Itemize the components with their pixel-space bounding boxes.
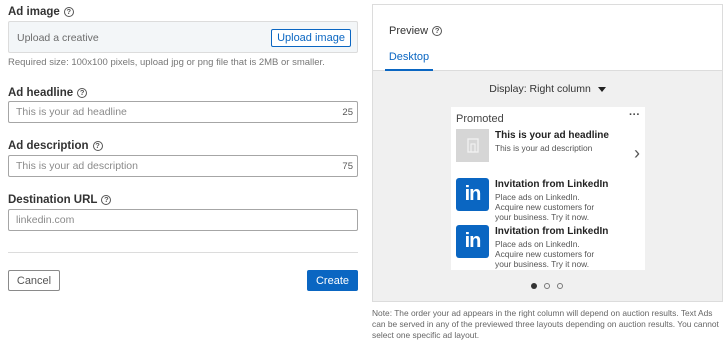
- help-icon[interactable]: ?: [432, 26, 443, 36]
- ad1-title: This is your ad headline: [495, 130, 609, 141]
- preview-header: Preview ? Desktop: [373, 5, 722, 71]
- ad3-title: Invitation from LinkedIn: [495, 226, 609, 237]
- promoted-label: Promoted: [456, 113, 504, 125]
- cancel-button[interactable]: Cancel: [8, 270, 60, 291]
- display-select-label: Display: Right column: [489, 83, 591, 95]
- url-label-text: Destination URL: [8, 194, 98, 206]
- url-placeholder: linkedin.com: [16, 214, 75, 226]
- more-options-icon[interactable]: ···: [629, 109, 640, 121]
- help-icon[interactable]: ?: [92, 141, 103, 151]
- ad-preview-card: Promoted ··· This is your ad headline Th…: [451, 107, 645, 270]
- pagination-dot[interactable]: [544, 283, 550, 289]
- display-select[interactable]: Display: Right column: [373, 83, 722, 95]
- destination-url-input[interactable]: linkedin.com: [8, 209, 358, 231]
- logo-text: in: [464, 183, 482, 205]
- description-input[interactable]: This is your ad description 75: [8, 155, 358, 177]
- ad1-desc: This is your ad description: [495, 143, 593, 153]
- description-counter: 75: [342, 161, 353, 172]
- headline-placeholder: This is your ad headline: [16, 106, 127, 118]
- ad2-desc: Place ads on LinkedIn. Acquire new custo…: [495, 192, 595, 222]
- logo-text: in: [464, 230, 482, 252]
- create-button[interactable]: Create: [307, 270, 358, 291]
- preview-note: Note: The order your ad appears in the r…: [372, 308, 719, 340]
- preview-title: Preview ?: [389, 25, 443, 37]
- linkedin-logo-icon: in: [456, 225, 489, 258]
- image-placeholder-icon: [456, 129, 489, 162]
- upload-hint: Required size: 100x100 pixels, upload jp…: [8, 57, 325, 68]
- ad3-desc: Place ads on LinkedIn. Acquire new custo…: [495, 239, 595, 269]
- placeholder-document-icon: [466, 138, 479, 153]
- headline-counter: 25: [342, 107, 353, 118]
- ad-image-label: Ad image ?: [8, 6, 74, 18]
- upload-placeholder: Upload a creative: [17, 32, 99, 44]
- ad2-title: Invitation from LinkedIn: [495, 179, 609, 190]
- description-placeholder: This is your ad description: [16, 160, 138, 172]
- divider: [8, 252, 358, 253]
- caret-down-icon: [597, 86, 606, 92]
- upload-area[interactable]: Upload a creative Upload image: [8, 21, 358, 53]
- pagination-dots: [531, 283, 563, 289]
- linkedin-logo-icon: in: [456, 178, 489, 211]
- headline-input[interactable]: This is your ad headline 25: [8, 101, 358, 123]
- preview-title-text: Preview: [389, 25, 429, 37]
- help-icon[interactable]: ?: [77, 88, 88, 98]
- headline-label-text: Ad headline: [8, 87, 74, 99]
- pagination-dot[interactable]: [557, 283, 563, 289]
- help-icon[interactable]: ?: [63, 7, 74, 17]
- url-label: Destination URL ?: [8, 194, 112, 206]
- tab-desktop[interactable]: Desktop: [385, 51, 433, 71]
- chevron-right-icon[interactable]: ›: [634, 143, 640, 164]
- ad-image-label-text: Ad image: [8, 6, 60, 18]
- help-icon[interactable]: ?: [101, 195, 112, 205]
- headline-label: Ad headline ?: [8, 87, 88, 99]
- description-label-text: Ad description: [8, 140, 89, 152]
- pagination-dot-active[interactable]: [531, 283, 537, 289]
- preview-panel: Preview ? Desktop Display: Right column …: [372, 4, 723, 302]
- tab-desktop-label: Desktop: [388, 51, 430, 63]
- upload-image-button[interactable]: Upload image: [271, 29, 351, 47]
- description-label: Ad description ?: [8, 140, 103, 152]
